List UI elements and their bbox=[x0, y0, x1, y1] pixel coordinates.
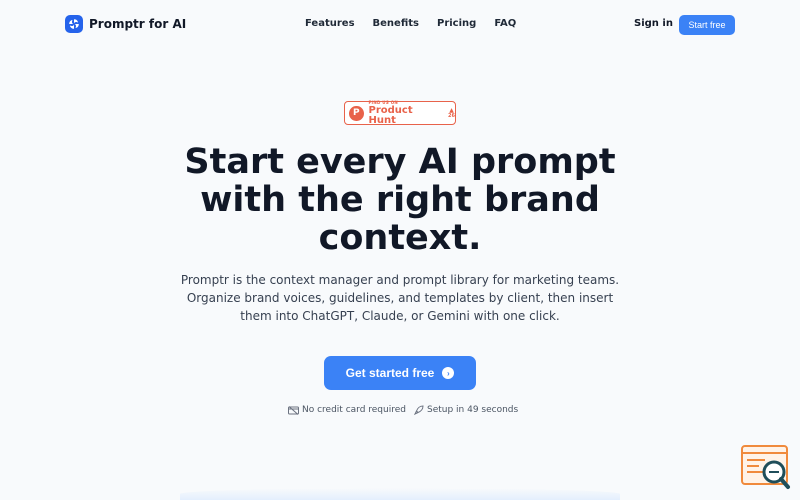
trust-text-no-card: No credit card required bbox=[302, 405, 406, 415]
product-hunt-caption: FIND US ON bbox=[368, 99, 399, 105]
arrow-right-circle-icon: › bbox=[442, 367, 455, 379]
brand-name: Promptr for AI bbox=[89, 17, 187, 31]
sign-in-link[interactable]: Sign in bbox=[634, 18, 673, 29]
start-free-button[interactable]: Start free bbox=[679, 15, 735, 35]
trust-item-no-card: No credit card required bbox=[288, 405, 406, 415]
nav-link-benefits[interactable]: Benefits bbox=[373, 18, 419, 29]
product-hunt-text: FIND US ON Product Hunt bbox=[368, 99, 442, 126]
hero-subtitle: Promptr is the context manager and promp… bbox=[180, 273, 620, 323]
product-hunt-badge[interactable]: P FIND US ON Product Hunt ▲ 26 bbox=[344, 99, 456, 126]
brand-link[interactable]: Promptr for AI bbox=[65, 15, 186, 33]
cta-label: Get started free bbox=[345, 366, 435, 380]
window-search-icon bbox=[741, 445, 790, 489]
nav-link-pricing[interactable]: Pricing bbox=[437, 18, 476, 29]
upvote-count: 26 bbox=[448, 112, 455, 119]
no-credit-card-icon bbox=[288, 405, 299, 415]
trust-text-setup: Setup in 49 seconds bbox=[426, 405, 519, 415]
get-started-free-button[interactable]: Get started free › bbox=[324, 356, 476, 390]
nav-link-faq[interactable]: FAQ bbox=[494, 18, 516, 29]
trust-item-setup: Setup in 49 seconds bbox=[413, 405, 519, 415]
nav-links: Features Benefits Pricing FAQ bbox=[305, 18, 516, 29]
trust-line: No credit card required Setup in 49 seco… bbox=[288, 405, 518, 415]
rocket-icon bbox=[413, 405, 424, 415]
product-hunt-logo-icon: P bbox=[349, 105, 364, 121]
product-hunt-name: Product Hunt bbox=[368, 104, 413, 126]
nav-link-features[interactable]: Features bbox=[305, 18, 355, 29]
hero-title: Start every AI prompt with the right bra… bbox=[184, 142, 616, 258]
product-hunt-votes: ▲ 26 bbox=[448, 107, 455, 119]
top-nav: Promptr for AI Features Benefits Pricing… bbox=[0, 0, 800, 50]
chat-search-widget[interactable] bbox=[741, 445, 791, 491]
bottom-glow bbox=[180, 488, 620, 500]
swirl-logo-icon bbox=[65, 15, 83, 33]
